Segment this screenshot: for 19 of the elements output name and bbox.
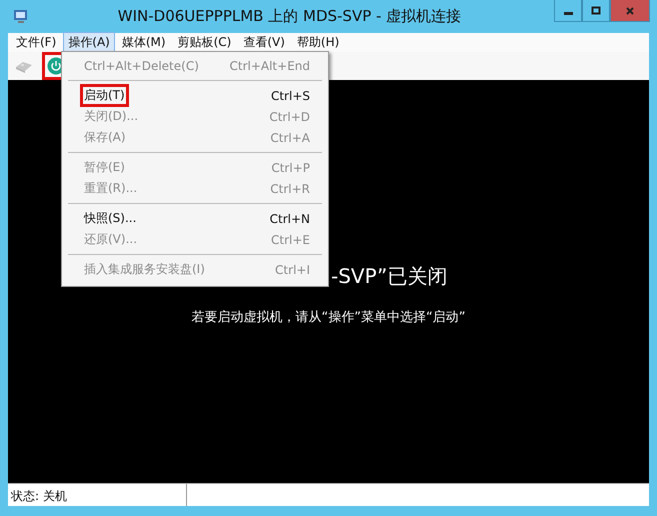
- menu-item[interactable]: 帮助(H): [292, 32, 344, 53]
- close-icon: [625, 6, 635, 16]
- screen-message: 若要启动虚拟机，请从“操作”菜单中选择“启动”: [192, 308, 466, 326]
- menu-option[interactable]: 快照(S)... Ctrl+N: [64, 208, 326, 229]
- menu-item[interactable]: 剪贴板(C): [172, 32, 236, 53]
- menu-option[interactable]: 启动(T) Ctrl+S: [64, 85, 326, 106]
- minimize-button[interactable]: [554, 0, 582, 22]
- screen-heading: -SVP”已关闭: [331, 262, 448, 290]
- close-button[interactable]: [610, 0, 650, 22]
- maximize-icon: [591, 6, 601, 16]
- monitor-icon: [12, 8, 30, 24]
- menu-item[interactable]: 操作(A): [63, 32, 115, 53]
- status-text: 状态: 关机: [8, 484, 187, 506]
- maximize-button[interactable]: [582, 0, 610, 22]
- menu-item[interactable]: 媒体(M): [116, 32, 171, 53]
- menu-item[interactable]: 查看(V): [238, 32, 290, 53]
- menu-item[interactable]: 文件(F): [11, 32, 62, 53]
- minimize-icon: [564, 12, 572, 14]
- window-title: WIN-D06UEPPPLMB 上的 MDS-SVP - 虚拟机连接: [116, 7, 462, 26]
